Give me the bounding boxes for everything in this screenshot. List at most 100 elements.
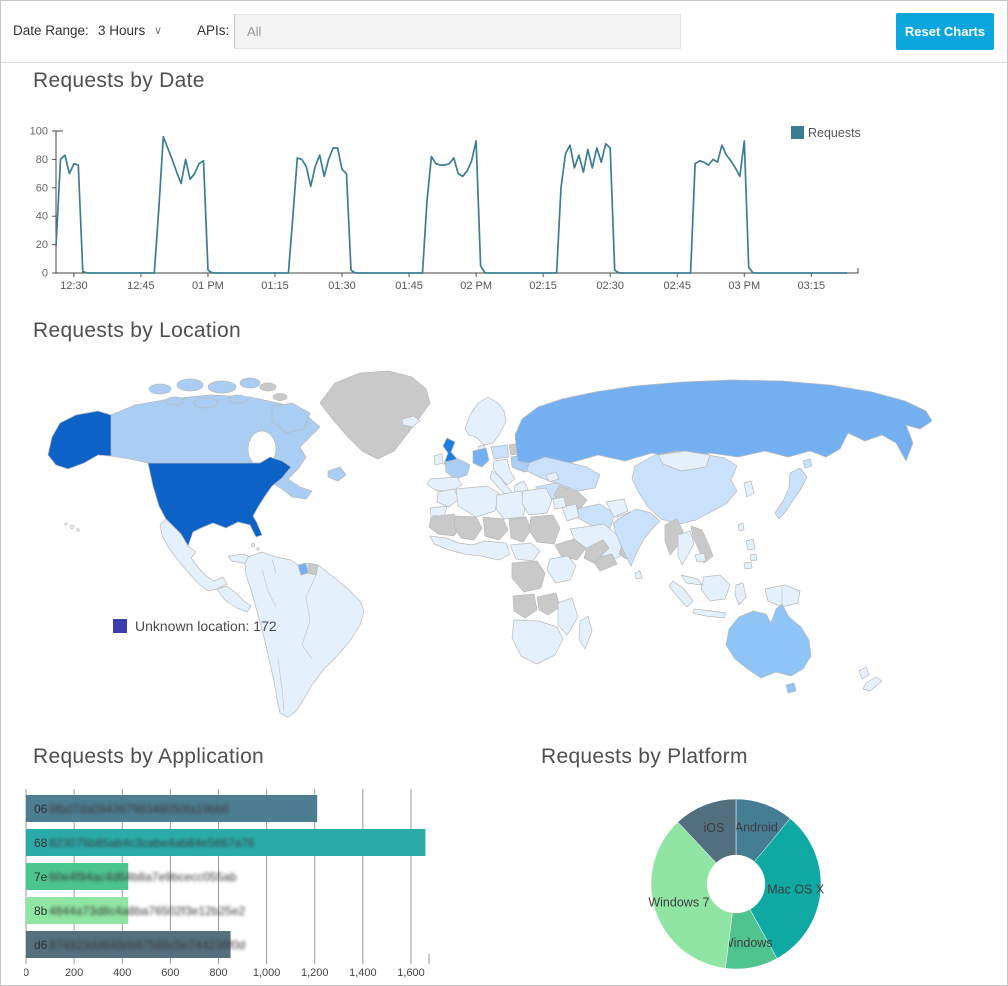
legend-label: Unknown location: 172 (135, 618, 277, 634)
reset-charts-button[interactable]: Reset Charts (896, 13, 994, 50)
map-region[interactable] (260, 383, 276, 391)
map-region[interactable] (765, 585, 800, 607)
map-region[interactable] (77, 529, 80, 532)
map-region[interactable] (522, 488, 552, 515)
requests-by-location-map[interactable] (10, 359, 1000, 731)
map-region[interactable] (491, 445, 509, 459)
map-region[interactable] (149, 384, 171, 394)
platform-slice-label: Mac OS X (767, 883, 825, 897)
map-region[interactable] (701, 575, 730, 601)
map-region[interactable] (515, 380, 932, 463)
map-region[interactable] (558, 598, 578, 635)
map-region[interactable] (273, 394, 287, 401)
platform-slice-label: Windows (722, 936, 773, 950)
chevron-down-icon[interactable]: ∨ (154, 24, 162, 37)
map-region[interactable] (512, 620, 563, 664)
requests-line-series[interactable] (56, 137, 847, 273)
map-region[interactable] (240, 378, 260, 388)
map-region[interactable] (257, 548, 260, 551)
svg-text:02:30: 02:30 (596, 280, 624, 292)
map-region[interactable] (547, 556, 576, 583)
svg-text:12:30: 12:30 (60, 280, 88, 292)
map-region[interactable] (208, 381, 236, 393)
map-region[interactable] (863, 677, 882, 691)
app-bar-label-blurred: 9fbd7da09436798348050fa19bb6 (49, 802, 230, 816)
requests-by-application-title: Requests by Application (33, 745, 264, 769)
requests-by-location-title: Requests by Location (33, 319, 241, 343)
app-bar-label-prefix: 7e (34, 870, 48, 884)
platform-slice-label: Android (735, 821, 778, 835)
map-region[interactable] (328, 467, 346, 481)
map-region[interactable] (513, 594, 537, 618)
map-region[interactable] (177, 379, 203, 391)
map-region[interactable] (194, 398, 218, 408)
map-unknown-legend: Unknown location: 172 (113, 618, 277, 634)
map-region[interactable] (803, 459, 812, 468)
map-region[interactable] (750, 554, 757, 561)
map-region[interactable] (166, 397, 184, 405)
map-region[interactable] (65, 523, 67, 525)
legend-swatch (113, 619, 127, 633)
requests-by-platform-chart[interactable]: AndroidMac OS XWindowsWindows 7iOS (505, 741, 1005, 986)
map-region[interactable] (669, 581, 693, 607)
map-region[interactable] (553, 497, 566, 509)
map-region[interactable] (510, 543, 540, 561)
apis-label: APIs: (197, 23, 229, 38)
svg-text:01:30: 01:30 (328, 280, 356, 292)
svg-text:80: 80 (36, 154, 48, 166)
map-region[interactable] (456, 486, 499, 517)
map-region[interactable] (473, 448, 489, 467)
map-region[interactable] (537, 593, 560, 615)
map-region[interactable] (229, 395, 247, 403)
map-region[interactable] (579, 616, 592, 649)
svg-text:100: 100 (30, 126, 48, 138)
map-region[interactable] (454, 516, 482, 540)
map-region[interactable] (48, 411, 111, 469)
map-region[interactable] (529, 515, 560, 544)
map-region[interactable] (695, 553, 706, 562)
map-region[interactable] (445, 459, 470, 479)
date-range-select[interactable]: 3 Hours (98, 23, 145, 38)
map-region[interactable] (635, 571, 642, 579)
map-region[interactable] (693, 609, 726, 618)
requests-by-date-chart[interactable]: 02040608010012:3012:4501 PM01:1501:3001:… (26, 116, 876, 296)
app-bar-label-prefix: d6 (34, 938, 48, 952)
map-region[interactable] (746, 539, 755, 550)
svg-text:01 PM: 01 PM (192, 280, 224, 292)
app-bar-label-blurred: 60e4f94ac4d64b8a7e9bcecc055ab (49, 870, 237, 884)
map-region[interactable] (744, 481, 754, 497)
map-region[interactable] (465, 397, 506, 445)
map-region[interactable] (70, 525, 74, 529)
svg-text:0: 0 (24, 967, 29, 979)
map-region[interactable] (437, 489, 459, 507)
apis-input[interactable]: All (234, 14, 681, 49)
svg-text:1,400: 1,400 (349, 967, 377, 979)
map-region[interactable] (678, 531, 694, 565)
map-region[interactable] (217, 586, 251, 612)
map-region[interactable] (308, 563, 318, 575)
map-region[interactable] (512, 561, 545, 592)
map-region[interactable] (775, 468, 807, 519)
map-region[interactable] (320, 371, 430, 459)
map-region[interactable] (786, 683, 796, 693)
line-legend-label: Requests (808, 126, 861, 140)
svg-text:20: 20 (36, 239, 48, 251)
svg-text:400: 400 (113, 967, 131, 979)
map-region[interactable] (434, 454, 443, 465)
map-region[interactable] (252, 544, 255, 547)
svg-text:0: 0 (42, 268, 48, 280)
map-region[interactable] (245, 552, 364, 717)
map-region[interactable] (527, 457, 600, 491)
map-region[interactable] (726, 604, 811, 678)
map-region[interactable] (681, 575, 702, 585)
map-region[interactable] (738, 523, 744, 531)
svg-text:01:45: 01:45 (395, 280, 423, 292)
map-region[interactable] (735, 583, 746, 605)
map-region[interactable] (859, 667, 869, 679)
app-bar-label-blurred: 823075b85ab4c3cabe4ab84e5667a76 (49, 836, 255, 850)
apis-input-value: All (235, 15, 680, 48)
map-region[interactable] (744, 562, 752, 569)
requests-by-application-chart[interactable]: 02004006008001,0001,2001,4001,600069fbd7… (24, 789, 454, 981)
map-region[interactable] (483, 517, 508, 540)
map-region[interactable] (509, 517, 531, 542)
